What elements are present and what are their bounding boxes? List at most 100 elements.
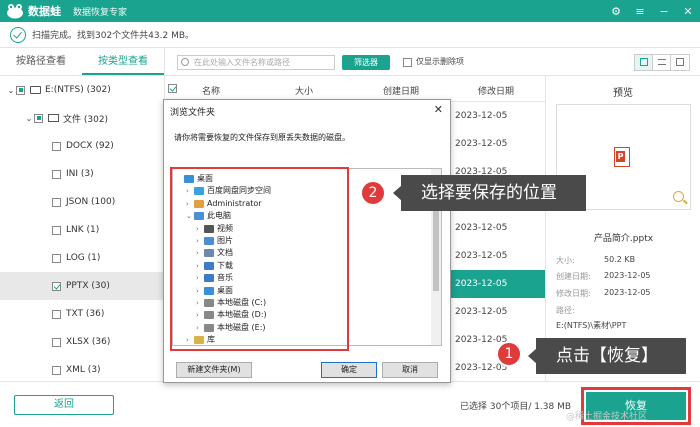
- list-view-icon: [658, 59, 666, 65]
- tree-item-label: LOG (1): [66, 253, 101, 263]
- menu-icon[interactable]: ≡: [632, 5, 648, 18]
- modified-value: 2023-12-05: [604, 288, 651, 297]
- header-created[interactable]: 创建日期: [383, 84, 419, 97]
- tree-item[interactable]: LOG (1): [0, 244, 164, 272]
- tree-item[interactable]: LNK (1): [0, 216, 164, 244]
- size-label: 大小:: [556, 256, 575, 265]
- minimize-icon[interactable]: −: [656, 5, 672, 18]
- table-row-modified-date[interactable]: 2023-12-05: [450, 130, 545, 158]
- tab-by-type[interactable]: 按类型查看: [82, 48, 164, 75]
- zoom-icon[interactable]: [673, 191, 684, 202]
- close-icon[interactable]: ✕: [680, 5, 696, 18]
- tree-item[interactable]: JSON (100): [0, 188, 164, 216]
- header-name[interactable]: 名称: [202, 84, 220, 97]
- cancel-button[interactable]: 取消: [382, 362, 438, 378]
- tree-item-checkbox[interactable]: [52, 337, 61, 347]
- tree-item[interactable]: ⌄ 文件 (302): [0, 104, 164, 132]
- dialog-message: 请你将需要恢复的文件保存到原丢失数据的磁盘。: [174, 133, 350, 142]
- folder-highlight-frame: [170, 167, 349, 351]
- preview-modified-row: 修改日期: 2023-12-05: [556, 288, 696, 299]
- table-row-modified-date[interactable]: 2023-12-05: [450, 214, 545, 242]
- list-view-button[interactable]: [653, 55, 671, 70]
- tree-item-label: JSON (100): [66, 197, 116, 207]
- preview-path-row: 路径:: [556, 305, 696, 316]
- tree-item-label: PPTX (30): [66, 281, 110, 291]
- dialog-close-icon[interactable]: ✕: [434, 103, 443, 116]
- tree-item[interactable]: TXT (36): [0, 300, 164, 328]
- tree-item-checkbox[interactable]: [16, 85, 25, 95]
- settings-icon[interactable]: ⚙: [608, 5, 624, 18]
- search-input[interactable]: 在此处输入文件名称或路径: [177, 55, 335, 70]
- tree-item-checkbox[interactable]: [52, 169, 61, 179]
- tree-item-label: LNK (1): [66, 225, 100, 235]
- tree-item-checkbox[interactable]: [52, 253, 61, 263]
- pptx-file-icon: [614, 147, 630, 167]
- tree-item-label: DOCX (92): [66, 141, 114, 151]
- tree-item[interactable]: XML (3): [0, 356, 164, 384]
- tree-item-label: INI (3): [66, 169, 94, 179]
- title-bar: 数据蛙 数据恢复专家 ⚙ ≡ − ✕: [0, 0, 700, 22]
- header-size[interactable]: 大小: [295, 84, 313, 97]
- only-deleted-checkbox[interactable]: [403, 58, 412, 67]
- grid-view-button[interactable]: [635, 55, 653, 70]
- dialog-title: 浏览文件夹: [170, 108, 216, 118]
- step-2-callout: 选择要保存的位置: [401, 175, 586, 211]
- table-row-modified-date[interactable]: 2023-12-05: [450, 270, 545, 298]
- created-label: 创建日期:: [556, 272, 591, 281]
- tree-item[interactable]: PPTX (30): [0, 272, 164, 300]
- scan-status-row: 扫描完成。找到302个文件共43.2 MB。: [0, 22, 700, 48]
- tree-item[interactable]: ⌄ E:(NTFS) (302): [0, 76, 164, 104]
- tree-item-label: 文件 (302): [63, 114, 109, 125]
- tree-item-checkbox[interactable]: [52, 141, 61, 151]
- view-switcher: [634, 54, 690, 71]
- preview-panel: 预览 产品简介.pptx 大小:50.2 KB 创建日期:2023-12-05 …: [545, 76, 700, 381]
- tree-item-checkbox[interactable]: [52, 365, 61, 375]
- left-panel: 按路径查看 按类型查看 ⌄ E:(NTFS) (302) ⌄ 文件 (302) DOCX…: [0, 48, 165, 381]
- step-1-callout: 点击【恢复】: [536, 338, 686, 374]
- header-modified[interactable]: 修改日期: [478, 84, 514, 97]
- created-value: 2023-12-05: [604, 271, 651, 280]
- detail-view-button[interactable]: [671, 55, 689, 70]
- tree-item-label: E:(NTFS) (302): [45, 85, 111, 95]
- path-label: 路径:: [556, 306, 575, 315]
- select-all-checkbox[interactable]: [168, 84, 177, 93]
- search-placeholder: 在此处输入文件名称或路径: [194, 58, 290, 67]
- watermark: @稀土掘金技术社区: [566, 412, 648, 422]
- back-button[interactable]: 返回: [14, 395, 114, 415]
- bottom-bar: 返回 已选择 30个项目/ 1.38 MB 恢复 @稀土掘金技术社区: [0, 381, 700, 427]
- tree-item-label: XLSX (36): [66, 337, 111, 347]
- tree-item-checkbox[interactable]: [52, 197, 61, 207]
- preview-path-value: E:(NTFS)\素材\PPT: [556, 321, 627, 330]
- tree-item-checkbox[interactable]: [52, 225, 61, 235]
- tree-item[interactable]: DOCX (92): [0, 132, 164, 160]
- filter-button[interactable]: 筛选器: [342, 55, 390, 70]
- selection-info: 已选择 30个项目/ 1.38 MB: [460, 402, 572, 412]
- tree-item-checkbox[interactable]: [34, 113, 43, 123]
- ok-button[interactable]: 确定: [321, 362, 377, 378]
- preview-file-name: 产品简介.pptx: [593, 234, 654, 244]
- step-1-badge: 1: [496, 341, 522, 367]
- table-row-modified-date[interactable]: 2023-12-05: [450, 298, 545, 326]
- file-type-tree: ⌄ E:(NTFS) (302) ⌄ 文件 (302) DOCX (92) INI (3)…: [0, 76, 164, 384]
- detail-view-icon: [676, 58, 684, 66]
- tree-item-checkbox[interactable]: [52, 281, 61, 291]
- frog-logo-icon: [6, 3, 24, 19]
- step-2-badge: 2: [360, 180, 386, 206]
- new-folder-button[interactable]: 新建文件夹(M): [176, 362, 252, 378]
- size-value: 50.2 KB: [604, 255, 636, 264]
- expand-chevron-icon[interactable]: ⌄: [24, 114, 34, 123]
- tree-item[interactable]: XLSX (36): [0, 328, 164, 356]
- file-group-icon: [48, 114, 59, 122]
- app-name: 数据蛙: [28, 5, 61, 18]
- tab-by-path[interactable]: 按路径查看: [0, 48, 82, 75]
- search-icon: [181, 58, 189, 66]
- expand-chevron-icon[interactable]: ⌄: [6, 86, 16, 95]
- preview-created-row: 创建日期: 2023-12-05: [556, 271, 696, 282]
- table-row-modified-date[interactable]: 2023-12-05: [450, 102, 545, 130]
- app-subtitle: 数据恢复专家: [73, 7, 128, 18]
- table-row-modified-date[interactable]: 2023-12-05: [450, 242, 545, 270]
- drive-icon: [30, 86, 41, 94]
- tree-item-label: XML (3): [66, 365, 101, 375]
- tree-item[interactable]: INI (3): [0, 160, 164, 188]
- tree-item-checkbox[interactable]: [52, 309, 61, 319]
